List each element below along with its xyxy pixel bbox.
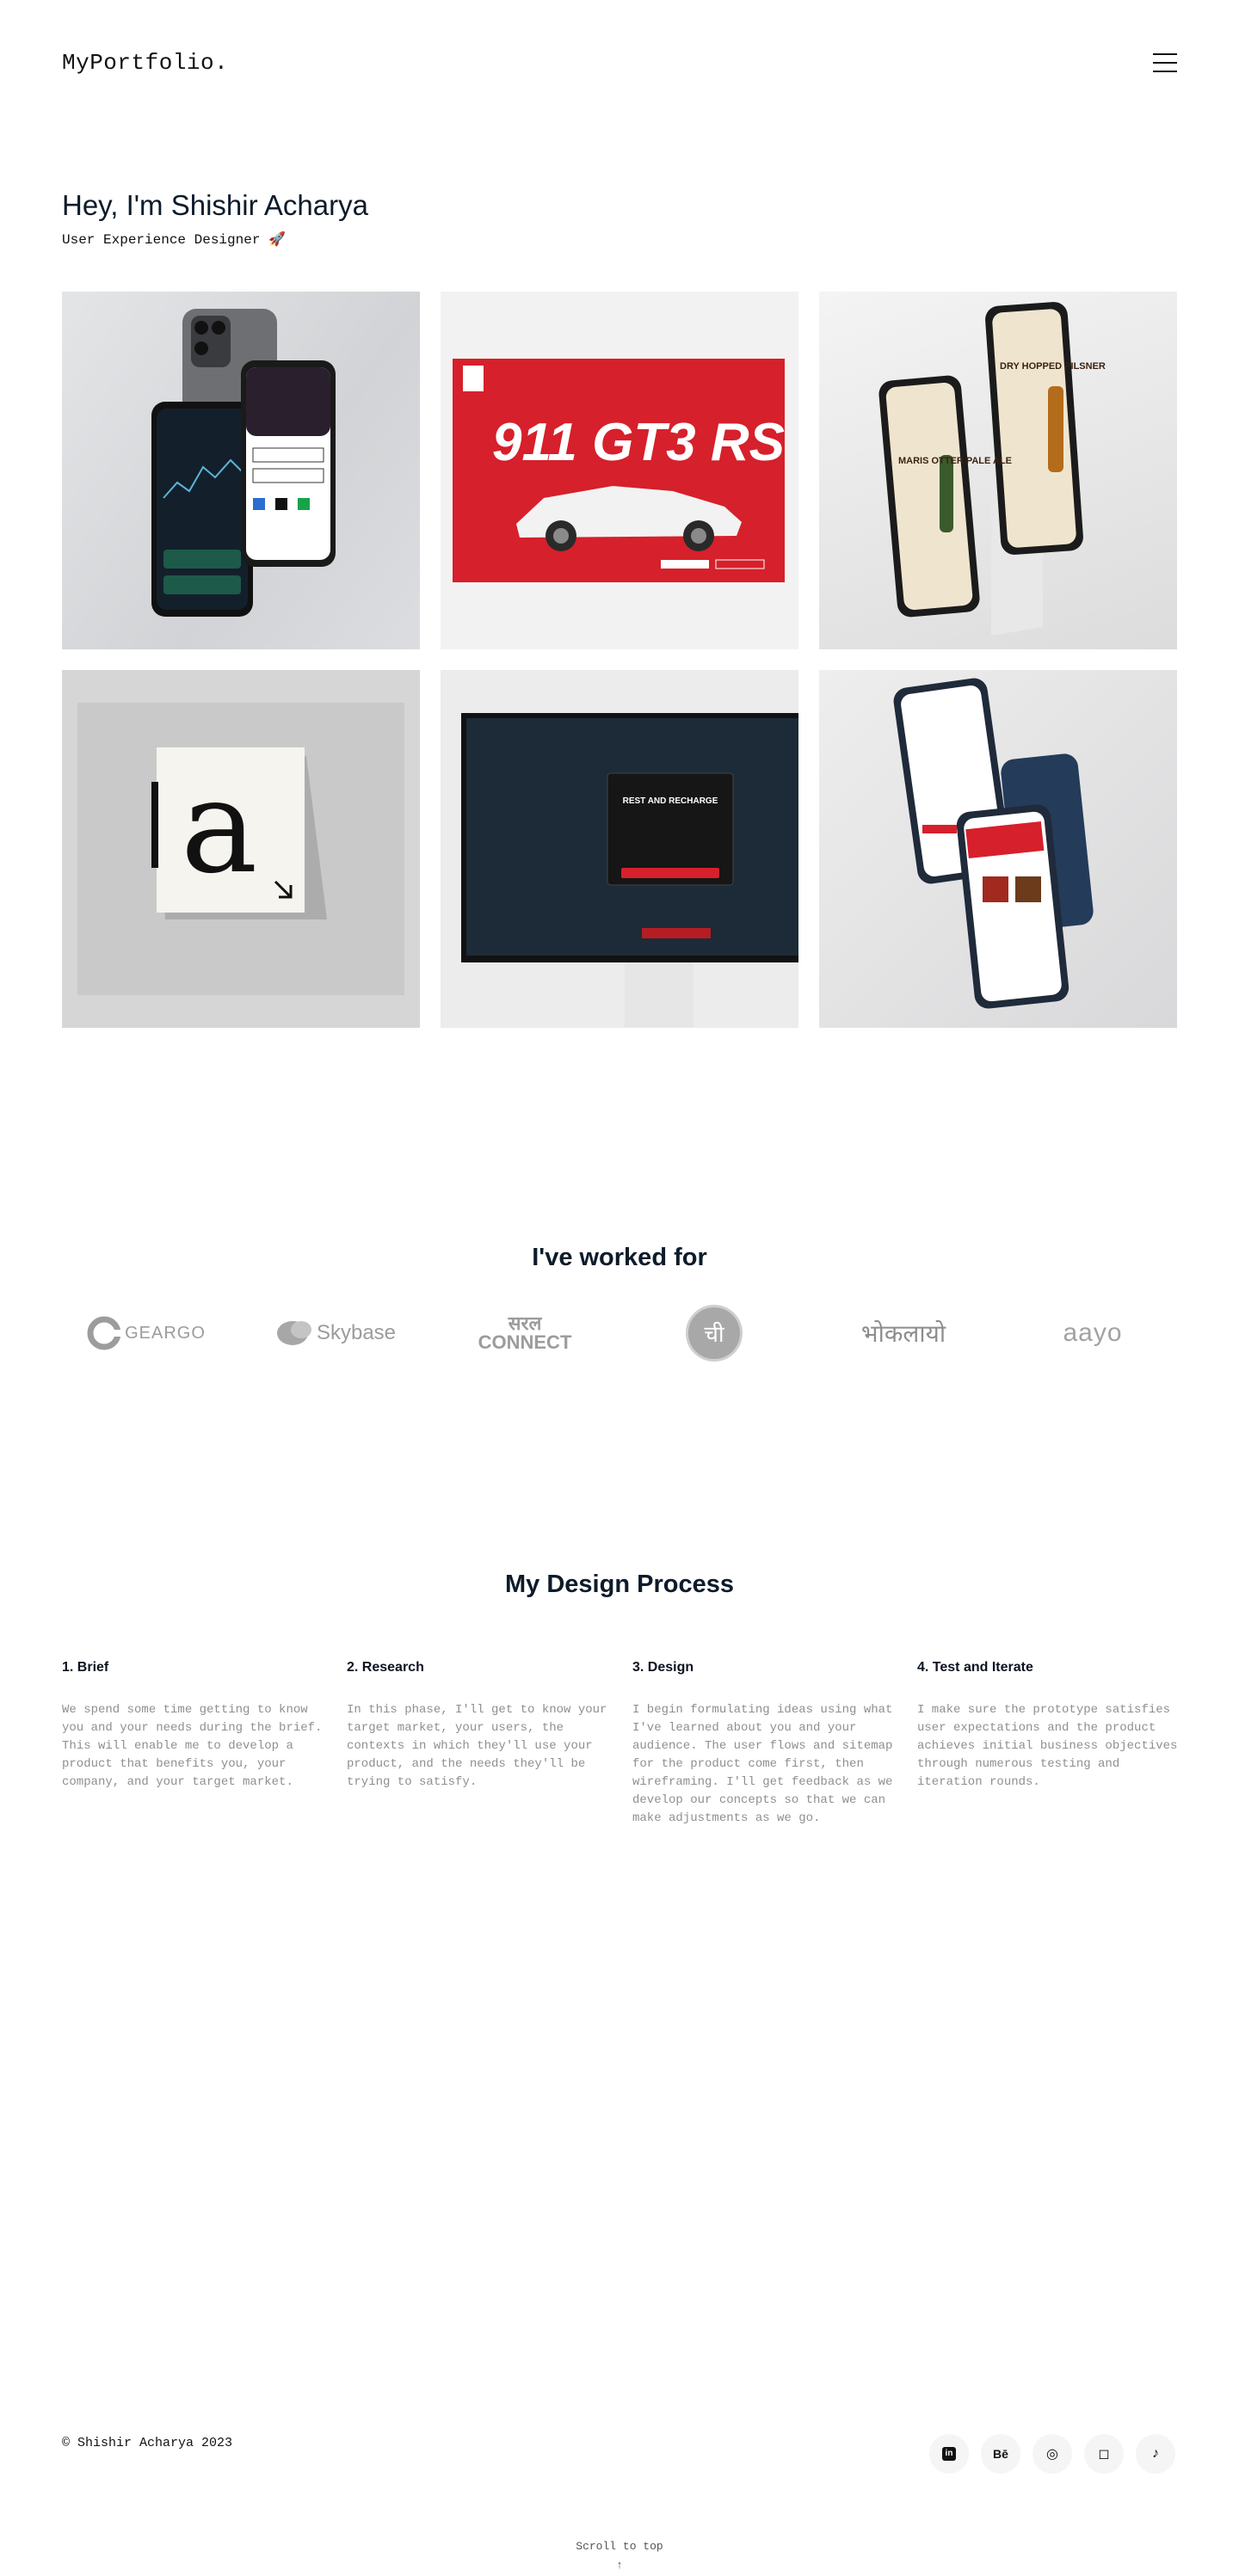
geargo-logo-icon	[87, 1316, 122, 1350]
hero-subtitle: User Experience Designer 🚀	[62, 232, 286, 248]
step-body: In this phase, I'll get to know your tar…	[347, 1703, 607, 1789]
hamburger-menu-icon[interactable]	[1153, 52, 1179, 74]
social-links: in Bē ◎ ◻ ♪	[929, 2434, 1179, 2474]
client-logo-geargo: GEARGO	[62, 1301, 231, 1365]
step-title: 3. Design	[632, 1660, 694, 1675]
client-logos: GEARGO Skybase सरल CONNECT ची भोकलायो aa…	[62, 1301, 1177, 1365]
step-title: 2. Research	[347, 1660, 424, 1675]
arrow-up-icon[interactable]: ↑	[0, 2558, 1239, 2571]
copyright-text: © Shishir Acharya 2023	[62, 2436, 233, 2450]
car-website-mockup: 911 GT3 RS	[453, 359, 785, 582]
dribbble-icon[interactable]: ◎	[1032, 2434, 1072, 2474]
project-tile-game-ui[interactable]: REST AND RECHARGE	[441, 670, 798, 1028]
sign-mockup: a	[77, 703, 404, 995]
process-step-brief: 1. Brief We spend some time getting to k…	[62, 1660, 325, 1792]
project-tile-beer-app[interactable]: MARIS OTTER PALE ALE DRY HOPPED PILSNER	[819, 292, 1177, 649]
instagram-icon[interactable]: ◻	[1084, 2434, 1124, 2474]
process-step-test-iterate: 4. Test and Iterate I make sure the prot…	[917, 1660, 1180, 1792]
behance-icon[interactable]: Bē	[981, 2434, 1020, 2474]
site-logo[interactable]: MyPortfolio.	[62, 50, 228, 76]
letter-a-text: a	[181, 753, 257, 902]
tiktok-icon[interactable]: ♪	[1136, 2434, 1175, 2474]
client-logo-aayo: aayo	[1063, 1319, 1123, 1347]
project-tile-porsche[interactable]: 911 GT3 RS	[441, 292, 798, 649]
client-logo-skybase: Skybase	[251, 1301, 420, 1365]
step-title: 1. Brief	[62, 1660, 109, 1675]
phone-mockup-icon	[893, 678, 1094, 1009]
step-body: We spend some time getting to know you a…	[62, 1703, 323, 1789]
worked-for-title: I've worked for	[532, 1244, 707, 1271]
phone-mockup-icon	[151, 309, 336, 617]
game-modal-title: REST AND RECHARGE	[623, 796, 718, 806]
client-logo-bhoklayo: भोकलायो	[860, 1320, 946, 1347]
beer-label-b: DRY HOPPED PILSNER	[1000, 361, 1106, 372]
design-process-title: My Design Process	[505, 1571, 734, 1598]
step-body: I make sure the prototype satisfies user…	[917, 1703, 1178, 1789]
project-tile-letter-a-sign[interactable]: a	[62, 670, 420, 1028]
phone-mockup-icon: MARIS OTTER PALE ALE DRY HOPPED PILSNER	[878, 302, 1106, 636]
step-title: 4. Test and Iterate	[917, 1660, 1033, 1675]
project-tile-food-app[interactable]	[819, 670, 1177, 1028]
monitor-mockup: REST AND RECHARGE	[461, 713, 798, 1028]
car-model-text: 911 GT3 RS	[492, 413, 785, 472]
scroll-to-top-link[interactable]: Scroll to top	[0, 2540, 1239, 2553]
step-body: I begin formulating ideas using what I'v…	[632, 1703, 893, 1825]
skybase-logo-icon	[276, 1321, 311, 1345]
linkedin-icon[interactable]: in	[929, 2434, 969, 2474]
beer-label-a: MARIS OTTER PALE ALE	[898, 456, 1012, 466]
process-step-design: 3. Design I begin formulating ideas usin…	[632, 1660, 896, 1828]
process-step-research: 2. Research In this phase, I'll get to k…	[347, 1660, 610, 1792]
client-logo-saral-connect: सरल CONNECT	[478, 1313, 572, 1353]
project-tile-banking-app[interactable]	[62, 292, 420, 649]
hero-title: Hey, I'm Shishir Acharya	[62, 189, 368, 221]
client-logo-chi: ची	[630, 1301, 798, 1365]
